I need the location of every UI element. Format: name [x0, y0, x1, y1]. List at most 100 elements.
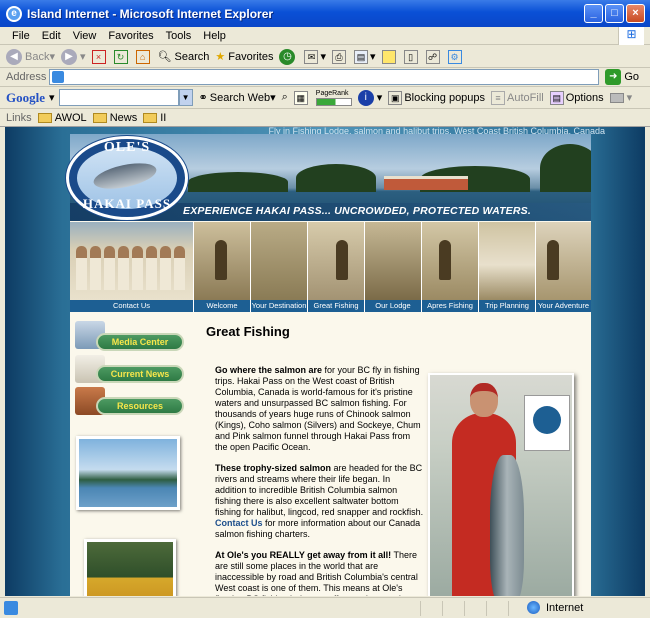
main-content: Great Fishing Go where the salmon are fo… [198, 321, 591, 596]
nav-label: Your Adventure [536, 300, 591, 312]
nav-contact-us[interactable]: Contact Us [70, 222, 194, 312]
favorites-label: Favorites [228, 50, 274, 63]
mail-icon: ✉ [304, 49, 319, 64]
zone-label: Internet [546, 601, 584, 614]
floating-lodge-image [384, 176, 468, 190]
stop-icon: × [91, 49, 106, 64]
forward-button[interactable]: ▶ ▾ [61, 48, 86, 65]
edit-icon: ▤ [354, 49, 369, 64]
research-icon: ▯ [403, 49, 418, 64]
refresh-button[interactable]: ↻ [113, 49, 130, 64]
nav-label: Trip Planning [479, 300, 535, 312]
search-icon: 🔍︎ [157, 51, 172, 63]
history-button[interactable]: ◷ [279, 48, 298, 65]
stop-button[interactable]: × [91, 49, 108, 64]
menu-help[interactable]: Help [203, 30, 226, 42]
google-search-input[interactable] [58, 89, 179, 106]
favorites-button[interactable]: ★ Favorites [215, 50, 274, 64]
ie-icon: e [6, 5, 22, 22]
autofill-label: AutoFill [507, 91, 544, 104]
star-icon: ★ [215, 51, 226, 63]
nav-great-fishing[interactable]: Great Fishing [308, 222, 365, 312]
pagerank-bar [315, 97, 352, 106]
options-button[interactable]: ▤ Options [549, 90, 604, 105]
info-button[interactable]: i ▾ [357, 89, 382, 106]
edit-button[interactable]: ▤ ▾ [354, 49, 376, 64]
mail-button[interactable]: ✉ ▾ [304, 49, 326, 64]
oles-hakai-pass-logo[interactable]: OLE'S HAKAI PASS [66, 136, 188, 220]
print-button[interactable]: ⎙ [332, 49, 348, 64]
tools-extra-button[interactable]: ⚙ [447, 49, 464, 64]
search-button[interactable]: 🔍︎ Search [157, 50, 210, 64]
nav-label: Our Lodge [365, 300, 421, 312]
nav-label: Welcome [194, 300, 250, 312]
research-button[interactable]: ▯ [403, 49, 420, 64]
folder-button[interactable]: ▾ [609, 91, 632, 104]
globe-icon [527, 601, 540, 614]
banner-slogan: EXPERIENCE HAKAI PASS... UNCROWDED, PROT… [183, 205, 531, 217]
nav-apres-fishing[interactable]: Apres Fishing [422, 222, 479, 312]
status-bar: Internet [0, 597, 650, 618]
nav-label: Contact Us [70, 300, 193, 312]
home-button[interactable]: ⌂ [135, 49, 152, 64]
address-input[interactable] [49, 69, 600, 85]
links-bar: Links AWOL News II [0, 109, 650, 127]
angler-photo [84, 539, 176, 596]
note-icon [381, 49, 396, 64]
gear-icon: ⚙ [447, 49, 462, 64]
nav-our-lodge[interactable]: Our Lodge [365, 222, 422, 312]
media-center-button[interactable]: Media Center [96, 333, 184, 351]
menu-edit[interactable]: Edit [42, 30, 61, 42]
popup-blocker-button[interactable]: ▣ Blocking popups [388, 90, 485, 105]
minimize-button[interactable]: _ [584, 4, 603, 23]
news-icon: ▦ [293, 90, 308, 105]
go-arrow-icon: ➜ [605, 69, 622, 85]
salmon-catch-photo [428, 373, 574, 596]
link-awol[interactable]: AWOL [37, 112, 87, 124]
link-news[interactable]: News [92, 112, 137, 124]
maximize-button[interactable]: □ [605, 4, 624, 23]
go-label: Go [624, 71, 640, 83]
forward-arrow-icon: ▶ [61, 48, 77, 65]
menu-view[interactable]: View [73, 30, 97, 42]
options-label: Options [565, 91, 604, 104]
popup-blocker-icon: ▣ [388, 90, 403, 105]
body-text: Go where the salmon are for your BC fly … [215, 365, 424, 596]
folder-icon [609, 92, 624, 103]
search-web-button[interactable]: ⚭ Search Web ▾ [199, 91, 276, 105]
google-toolbar: Google ▾ ▼ ⚭ Search Web ▾ ⌕ ▦ PageRank i… [0, 87, 650, 109]
messenger-button[interactable]: ☍ [425, 49, 442, 64]
news-button[interactable]: ▦ [293, 90, 310, 105]
page-viewport[interactable]: Fly in Fishing Lodge, salmon and halibut… [5, 127, 645, 596]
nav-trip-planning[interactable]: Trip Planning [479, 222, 536, 312]
folder-icon [37, 112, 52, 123]
google-search-dropdown[interactable]: ▼ [178, 89, 193, 106]
autofill-button[interactable]: ≡ AutoFill [491, 90, 544, 105]
nav-your-adventure[interactable]: Your Adventure [536, 222, 591, 312]
google-logo[interactable]: Google [6, 90, 45, 106]
info-icon: i [357, 89, 374, 106]
pagerank-label: PageRank [315, 89, 349, 97]
menu-file[interactable]: File [12, 30, 30, 42]
window-title-bar: e Island Internet - Microsoft Internet E… [0, 0, 650, 27]
contact-us-link[interactable]: Contact Us [215, 518, 263, 528]
nav-label: Apres Fishing [422, 300, 478, 312]
back-button[interactable]: ◀ Back ▾ [6, 48, 55, 65]
discuss-button[interactable] [381, 49, 398, 64]
history-icon: ◷ [279, 48, 296, 65]
nav-your-destination[interactable]: Your Destination [251, 222, 308, 312]
nav-welcome[interactable]: Welcome [194, 222, 251, 312]
boat-scenery-photo [76, 436, 180, 510]
close-button[interactable]: × [626, 4, 645, 23]
main-navigation: Contact Us Welcome Your Destination Grea… [70, 222, 591, 312]
menu-favorites[interactable]: Favorites [108, 30, 153, 42]
resources-button[interactable]: Resources [96, 397, 184, 415]
pagerank-indicator[interactable]: PageRank [315, 89, 352, 106]
folder-icon [143, 112, 158, 123]
go-button[interactable]: ➜ Go [605, 69, 639, 85]
folder-icon [92, 112, 107, 123]
link-ii[interactable]: II [143, 112, 166, 124]
menu-tools[interactable]: Tools [166, 30, 192, 42]
search-site-button[interactable]: ⌕ [282, 91, 288, 104]
current-news-button[interactable]: Current News [96, 365, 184, 383]
